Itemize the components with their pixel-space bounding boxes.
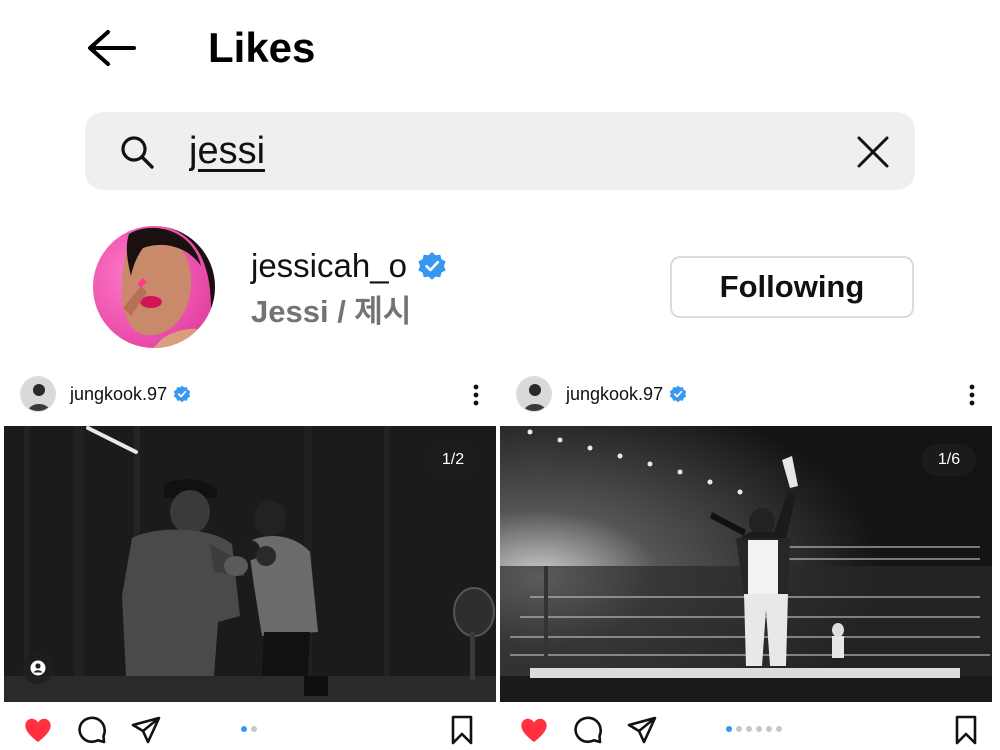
result-full-name: Jessi / 제시 bbox=[251, 294, 412, 329]
bookmark-icon bbox=[955, 715, 977, 745]
post-actions bbox=[500, 710, 996, 750]
post-card: jungkook.97 bbox=[4, 370, 500, 750]
save-button[interactable] bbox=[446, 714, 478, 746]
post-username[interactable]: jungkook.97 bbox=[566, 382, 687, 406]
account-result[interactable]: jessicah_o Jessi / 제시 Following bbox=[0, 220, 1000, 352]
save-button[interactable] bbox=[950, 714, 982, 746]
slide-dot bbox=[746, 726, 752, 732]
send-icon bbox=[627, 716, 657, 744]
share-button[interactable] bbox=[626, 714, 658, 746]
avatar[interactable] bbox=[93, 226, 215, 348]
page-title: Likes bbox=[208, 24, 316, 71]
like-button[interactable] bbox=[518, 714, 550, 746]
slide-dot bbox=[756, 726, 762, 732]
heart-icon bbox=[25, 718, 51, 742]
post-username-text: jungkook.97 bbox=[566, 384, 664, 404]
following-button[interactable]: Following bbox=[670, 256, 914, 318]
post-header: jungkook.97 bbox=[4, 370, 500, 422]
comment-icon bbox=[78, 716, 106, 744]
user-tag-icon bbox=[30, 660, 46, 676]
bookmark-icon bbox=[451, 715, 473, 745]
comment-button[interactable] bbox=[76, 714, 108, 746]
post-username-text: jungkook.97 bbox=[70, 384, 168, 404]
more-vertical-icon bbox=[969, 384, 975, 406]
post-avatar[interactable] bbox=[516, 376, 552, 412]
search-input[interactable] bbox=[189, 126, 789, 176]
slide-dot bbox=[241, 726, 247, 732]
more-vertical-icon bbox=[473, 384, 479, 406]
post-media[interactable]: 1/6 bbox=[500, 426, 992, 702]
search-bar bbox=[85, 112, 915, 190]
username-text: jessicah_o bbox=[251, 247, 407, 284]
slide-dot bbox=[766, 726, 772, 732]
post-header: jungkook.97 bbox=[500, 370, 996, 422]
heart-icon bbox=[521, 718, 547, 742]
clear-search-button[interactable] bbox=[855, 134, 891, 170]
slide-counter: 1/2 bbox=[426, 444, 480, 476]
verified-badge-icon bbox=[418, 252, 446, 280]
slide-dot bbox=[736, 726, 742, 732]
post-card: jungkook.97 bbox=[500, 370, 996, 750]
search-icon bbox=[121, 136, 154, 169]
post-username[interactable]: jungkook.97 bbox=[70, 382, 191, 406]
back-button[interactable] bbox=[84, 26, 140, 70]
post-avatar[interactable] bbox=[20, 376, 56, 412]
like-button[interactable] bbox=[22, 714, 54, 746]
more-options-button[interactable] bbox=[962, 382, 982, 408]
slide-dot bbox=[251, 726, 257, 732]
slide-counter: 1/6 bbox=[922, 444, 976, 476]
slide-dot bbox=[776, 726, 782, 732]
post-actions bbox=[4, 710, 500, 750]
header: Likes bbox=[0, 0, 1000, 100]
comment-icon bbox=[574, 716, 602, 744]
result-username[interactable]: jessicah_o bbox=[251, 246, 447, 286]
slide-indicator bbox=[241, 726, 257, 732]
more-options-button[interactable] bbox=[466, 382, 486, 408]
post-media[interactable]: 1/2 bbox=[4, 426, 496, 702]
close-icon bbox=[857, 136, 889, 168]
comment-button[interactable] bbox=[572, 714, 604, 746]
slide-indicator bbox=[726, 726, 782, 732]
arrow-left-icon bbox=[88, 30, 136, 66]
slide-dot bbox=[726, 726, 732, 732]
share-button[interactable] bbox=[130, 714, 162, 746]
send-icon bbox=[131, 716, 161, 744]
tagged-users-button[interactable] bbox=[22, 652, 54, 684]
verified-badge-icon bbox=[669, 385, 687, 403]
verified-badge-icon bbox=[173, 385, 191, 403]
